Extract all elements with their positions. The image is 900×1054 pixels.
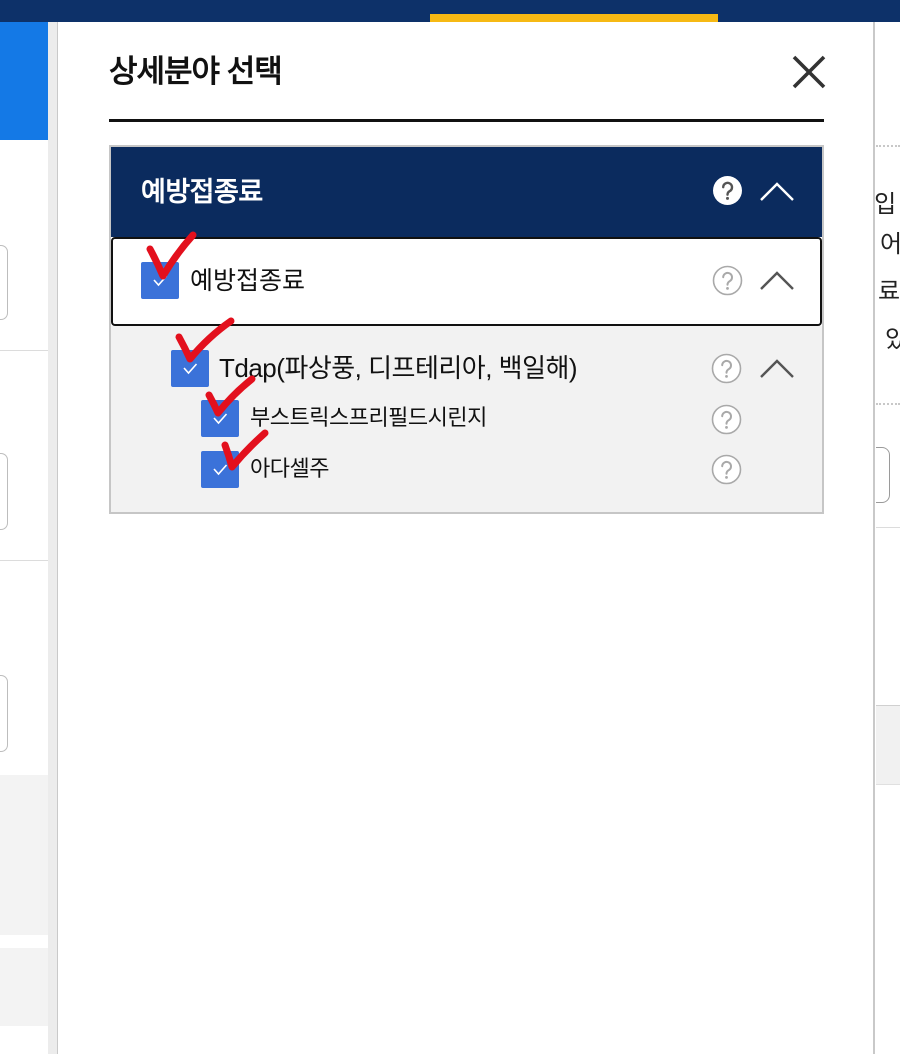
modal-backdrop-strip xyxy=(48,22,57,1054)
question-circle-icon xyxy=(713,176,742,205)
question-circle-icon xyxy=(711,454,742,485)
background-divider xyxy=(876,403,900,405)
tree-item-label: Tdap(파상풍, 디프테리아, 백일해) xyxy=(219,353,578,383)
background-field-edge xyxy=(0,245,8,320)
help-button[interactable] xyxy=(712,265,743,296)
tree-item-label: 부스트릭스프리필드시린지 xyxy=(250,405,487,430)
top-nav-active-tab-indicator xyxy=(430,14,718,22)
tree-header[interactable]: 예방접종료 xyxy=(111,147,822,237)
checkbox[interactable] xyxy=(171,350,209,387)
tree-item-boostrix[interactable]: 부스트릭스프리필드시린지 xyxy=(111,390,822,441)
background-field-edge xyxy=(0,675,8,752)
background-gray-block xyxy=(0,948,48,1026)
collapse-toggle[interactable] xyxy=(759,180,795,204)
background-text-line: 어 xyxy=(880,231,900,258)
tree-header-label: 예방접종료 xyxy=(141,177,263,207)
chevron-up-icon xyxy=(760,271,794,290)
background-divider xyxy=(876,145,900,147)
checkbox[interactable] xyxy=(201,400,239,437)
check-icon xyxy=(213,413,228,425)
collapse-toggle[interactable] xyxy=(759,357,795,381)
detail-field-select-modal: 상세분야 선택 예방접종료 예방접종료 Tdap(파상풍, 디프테리아, 백일해… xyxy=(57,22,875,1054)
background-text-line: 있 xyxy=(885,326,900,353)
check-icon xyxy=(183,363,198,375)
close-button[interactable] xyxy=(789,52,829,92)
chevron-up-icon xyxy=(760,359,794,378)
question-circle-icon xyxy=(712,265,743,296)
chevron-up-icon xyxy=(760,182,794,201)
close-icon xyxy=(792,55,826,89)
checkbox[interactable] xyxy=(141,262,179,299)
question-circle-icon xyxy=(711,404,742,435)
category-tree: 예방접종료 예방접종료 Tdap(파상풍, 디프테리아, 백일해) 부스트릭스프… xyxy=(109,145,824,514)
help-button[interactable] xyxy=(711,353,742,384)
tree-item-adacel[interactable]: 아다셀주 xyxy=(111,441,822,512)
background-divider xyxy=(0,350,48,351)
background-divider xyxy=(876,527,900,528)
tree-item-tdap[interactable]: Tdap(파상풍, 디프테리아, 백일해) xyxy=(111,326,822,390)
modal-title: 상세분야 선택 xyxy=(109,54,283,89)
tree-children: Tdap(파상풍, 디프테리아, 백일해) 부스트릭스프리필드시린지 아다셀주 xyxy=(111,326,822,512)
checkbox[interactable] xyxy=(201,451,239,488)
help-button[interactable] xyxy=(711,454,742,485)
help-button[interactable] xyxy=(711,404,742,435)
background-divider xyxy=(0,560,48,561)
tree-item-vaccination-fee[interactable]: 예방접종료 xyxy=(111,237,822,326)
background-gray-block xyxy=(876,705,900,785)
background-text-line: 료 xyxy=(878,278,900,305)
tree-item-label: 아다셀주 xyxy=(250,456,329,481)
background-gray-block xyxy=(0,775,48,935)
help-button[interactable] xyxy=(712,175,743,206)
background-field-edge xyxy=(0,453,8,530)
question-circle-icon xyxy=(711,353,742,384)
left-background-panel xyxy=(0,22,48,140)
background-field-edge xyxy=(876,447,890,503)
check-icon xyxy=(213,464,228,476)
title-divider xyxy=(109,119,824,122)
collapse-toggle[interactable] xyxy=(759,269,795,293)
tree-item-label: 예방접종료 xyxy=(190,267,306,295)
check-icon xyxy=(153,275,168,287)
